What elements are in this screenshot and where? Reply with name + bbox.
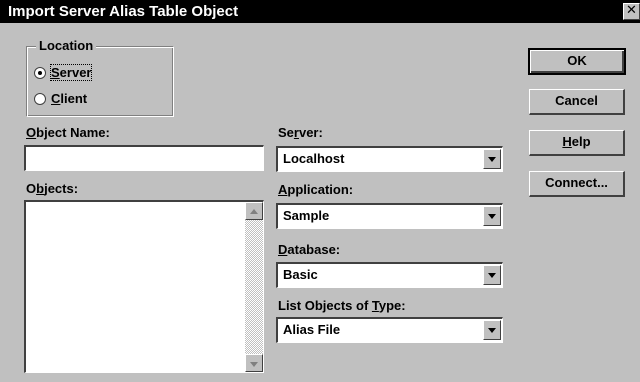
import-alias-dialog: Import Server Alias Table Object ✕ Locat…	[0, 0, 640, 382]
connect-button[interactable]: Connect...	[529, 171, 625, 197]
list-type-label: List Objects of Type:	[278, 298, 406, 313]
mnemonic-c: C	[51, 91, 61, 106]
list-type-label-rest: ype:	[378, 298, 406, 313]
mnemonic-h: H	[562, 134, 572, 149]
application-label: Application:	[278, 182, 353, 197]
help-button[interactable]: Help	[529, 130, 625, 156]
scroll-down-icon	[250, 362, 258, 367]
objects-label-rest: jects:	[44, 181, 79, 196]
list-type-select[interactable]: Alias File	[276, 317, 503, 343]
object-name-label: Object Name:	[26, 125, 110, 140]
object-name-input[interactable]	[24, 145, 264, 171]
title-bar[interactable]: Import Server Alias Table Object ✕	[0, 0, 640, 23]
chevron-down-icon	[488, 328, 496, 333]
list-type-value: Alias File	[283, 322, 341, 337]
server-label: Server:	[278, 125, 323, 140]
database-value: Basic	[283, 267, 318, 282]
server-value: Localhost	[283, 151, 345, 166]
chevron-down-icon	[488, 273, 496, 278]
mnemonic-b: b	[36, 181, 45, 196]
close-icon[interactable]: ✕	[623, 3, 640, 20]
server-dropdown-button[interactable]	[483, 149, 501, 169]
window-title: Import Server Alias Table Object	[8, 3, 239, 20]
objects-label: Objects:	[26, 181, 78, 196]
mnemonic-d: D	[278, 242, 288, 257]
object-name-label-text: bject Name:	[36, 125, 110, 140]
scroll-up-button[interactable]	[245, 202, 263, 220]
mnemonic-s: S	[51, 65, 60, 80]
mnemonic-o: O	[26, 125, 37, 140]
cancel-button[interactable]: Cancel	[529, 89, 625, 115]
server-radio-text: erver	[59, 65, 92, 80]
radio-selected-dot	[38, 71, 42, 75]
list-type-dropdown-button[interactable]	[483, 320, 501, 340]
chevron-down-icon	[488, 157, 496, 162]
database-label: Database:	[278, 242, 340, 257]
location-group	[26, 46, 174, 117]
objects-listbox[interactable]	[24, 200, 264, 373]
mnemonic-t: T	[371, 298, 379, 313]
location-legend: Location	[36, 38, 97, 53]
server-label-rest: ver:	[298, 125, 323, 140]
database-dropdown-button[interactable]	[483, 265, 501, 285]
application-select[interactable]: Sample	[276, 203, 503, 229]
scroll-up-icon	[250, 209, 258, 214]
scroll-down-button[interactable]	[245, 354, 263, 372]
server-label-pre: Se	[278, 125, 294, 140]
client-radio[interactable]	[34, 93, 46, 105]
objects-label-pre: O	[26, 181, 37, 196]
database-select[interactable]: Basic	[276, 262, 503, 288]
database-label-rest: atabase:	[287, 242, 341, 257]
mnemonic-a: A	[278, 182, 288, 197]
client-radio-text: lient	[60, 91, 88, 106]
application-dropdown-button[interactable]	[483, 206, 501, 226]
list-type-label-pre: List Objects of	[278, 298, 372, 313]
objects-scrollbar[interactable]	[245, 202, 263, 372]
application-label-rest: pplication:	[287, 182, 354, 197]
help-button-rest: elp	[571, 134, 591, 149]
client-radio-label[interactable]: Client	[51, 91, 87, 106]
server-select[interactable]: Localhost	[276, 146, 503, 172]
application-value: Sample	[283, 208, 330, 223]
server-radio-label[interactable]: Server	[49, 64, 93, 81]
server-radio[interactable]	[34, 67, 46, 79]
ok-button[interactable]: OK	[528, 48, 626, 75]
chevron-down-icon	[488, 214, 496, 219]
